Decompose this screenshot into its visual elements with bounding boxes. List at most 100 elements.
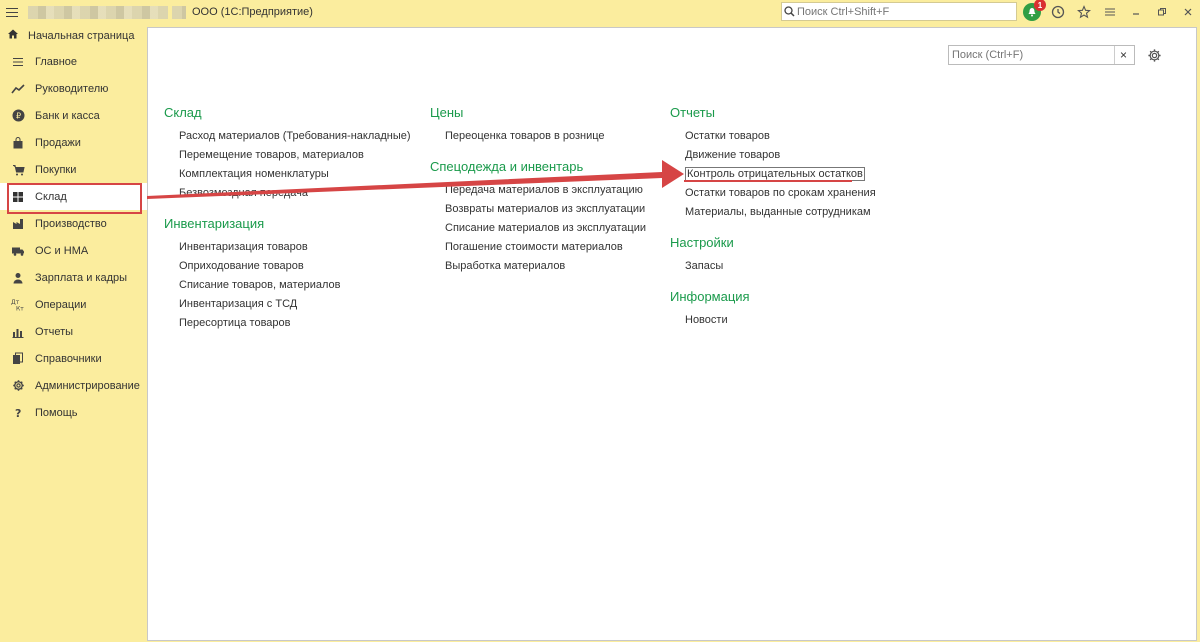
- menu-link[interactable]: Запасы: [670, 257, 876, 276]
- sidebar-item[interactable]: Справочники: [0, 345, 147, 372]
- sidebar-item-label: Помощь: [35, 406, 78, 419]
- menu-link-label: Материалы, выданные сотрудникам: [685, 206, 871, 218]
- menu-link[interactable]: Контроль отрицательных остатков: [670, 165, 876, 184]
- menu-link[interactable]: Выработка материалов: [430, 257, 646, 276]
- menu-link[interactable]: Пересортица товаров: [164, 314, 411, 333]
- person-icon: [10, 270, 26, 286]
- section-title: Информация: [670, 289, 750, 304]
- sidebar-item[interactable]: ОС и НМА: [0, 237, 147, 264]
- sidebar-item[interactable]: Производство: [0, 210, 147, 237]
- sidebar-item[interactable]: Продажи: [0, 129, 147, 156]
- menu-link-label: Остатки товаров по срокам хранения: [685, 187, 876, 199]
- menu-link[interactable]: Безвозмездная передача: [164, 184, 411, 203]
- menu-link[interactable]: Инвентаризация с ТСД: [164, 295, 411, 314]
- menu-link-label: Остатки товаров: [685, 130, 770, 142]
- sidebar-item[interactable]: Главное: [0, 48, 147, 75]
- history-icon[interactable]: [1045, 0, 1071, 24]
- sidebar-item[interactable]: Администрирование: [0, 372, 147, 399]
- sidebar-item[interactable]: Дт Кт Операции: [0, 291, 147, 318]
- menu-link[interactable]: Комплектация номенклатуры: [164, 165, 411, 184]
- section-title: Склад: [164, 105, 202, 120]
- global-search-input[interactable]: [797, 5, 997, 18]
- sidebar: Главное Руководителю ₽ Банк и касса Продажи П…: [0, 48, 147, 642]
- menu-link[interactable]: Передача материалов в эксплуатацию: [430, 181, 646, 200]
- menu-link[interactable]: Остатки товаров: [670, 127, 876, 146]
- menu-link[interactable]: Движение товаров: [670, 146, 876, 165]
- menu-link-label: Контроль отрицательных остатков: [685, 167, 865, 181]
- global-search-field[interactable]: [781, 2, 1017, 21]
- section-title: Цены: [430, 105, 464, 120]
- bag-icon: [10, 135, 26, 151]
- panel-search-input[interactable]: [949, 49, 1114, 61]
- sidebar-item-label: Администрирование: [35, 379, 140, 392]
- section-title: Отчеты: [670, 105, 715, 120]
- svg-text:?: ?: [15, 407, 21, 419]
- blurred-org-name-2: [172, 5, 186, 19]
- menu-link[interactable]: Погашение стоимости материалов: [430, 238, 646, 257]
- ruble-icon: ₽: [10, 108, 26, 124]
- sidebar-item[interactable]: Отчеты: [0, 318, 147, 345]
- menu-link-label: Движение товаров: [685, 149, 781, 161]
- column-1: Склад Расход материалов (Требования-накла…: [164, 105, 411, 333]
- main-panel: × Склад Расход материалов (Требования-нак…: [147, 27, 1197, 641]
- sidebar-item-label: Зарплата и кадры: [35, 271, 128, 284]
- menu-link-label: Комплектация номенклатуры: [179, 168, 329, 180]
- sidebar-item[interactable]: Руководителю: [0, 75, 147, 102]
- menu-link[interactable]: Расход материалов (Требования-накладные): [164, 127, 411, 146]
- sidebar-item[interactable]: ₽ Банк и касса: [0, 102, 147, 129]
- more-icon[interactable]: [1097, 0, 1123, 24]
- notifications-button[interactable]: 1: [1019, 0, 1046, 24]
- svg-text:₽: ₽: [15, 112, 20, 121]
- menu-link-label: Переоценка товаров в рознице: [445, 130, 605, 142]
- menu-link[interactable]: Перемещение товаров, материалов: [164, 146, 411, 165]
- menu-link-label: Инвентаризация с ТСД: [179, 298, 298, 310]
- minimize-icon[interactable]: [1123, 0, 1149, 24]
- home-tab[interactable]: Начальная страница: [0, 24, 146, 47]
- menu-link[interactable]: Новости: [670, 311, 876, 330]
- sidebar-item-label: Склад: [35, 190, 67, 203]
- sidebar-item[interactable]: Зарплата и кадры: [0, 264, 147, 291]
- sidebar-item-label: ОС и НМА: [35, 244, 89, 257]
- sidebar-item-label: Операции: [35, 298, 87, 311]
- sidebar-item-label: Банк и касса: [35, 109, 100, 122]
- sidebar-item-label: Главное: [35, 55, 78, 68]
- column-2: Цены Переоценка товаров в рознице Спецодеж…: [430, 105, 646, 276]
- menu-link-label: Списание товаров, материалов: [179, 279, 341, 291]
- title-bar: ООО (1С:Предприятие) 1: [0, 0, 1200, 24]
- app-title: ООО (1С:Предприятие): [192, 6, 313, 18]
- menu-link[interactable]: Оприходование товаров: [164, 257, 411, 276]
- restore-icon[interactable]: [1149, 0, 1175, 24]
- factory-icon: [10, 216, 26, 232]
- gear-icon: [10, 378, 26, 394]
- menu-link-label: Перемещение товаров, материалов: [179, 149, 364, 161]
- sidebar-item-label: Продажи: [35, 136, 81, 149]
- menu-link[interactable]: Списание материалов из эксплуатации: [430, 219, 646, 238]
- settings-gear-icon[interactable]: [1145, 46, 1163, 64]
- chart-icon: [10, 324, 26, 340]
- clear-search-button[interactable]: ×: [1114, 46, 1132, 64]
- menu-link[interactable]: Инвентаризация товаров: [164, 238, 411, 257]
- menu-link[interactable]: Списание товаров, материалов: [164, 276, 411, 295]
- close-icon[interactable]: [1175, 0, 1200, 24]
- panel-search-field[interactable]: ×: [948, 45, 1135, 65]
- menu-link[interactable]: Остатки товаров по срокам хранения: [670, 184, 876, 203]
- menu-link-label: Оприходование товаров: [179, 260, 304, 272]
- bell-icon: 1: [1023, 0, 1046, 21]
- sidebar-item-label: Отчеты: [35, 325, 74, 338]
- menu-icon[interactable]: [0, 0, 24, 24]
- sidebar-item[interactable]: Склад: [0, 183, 147, 214]
- sidebar-item[interactable]: ? Помощь: [0, 399, 147, 426]
- menu-link[interactable]: Возвраты материалов из эксплуатации: [430, 200, 646, 219]
- search-icon: [782, 4, 797, 19]
- sidebar-item-label: Покупки: [35, 163, 77, 176]
- menu-link-label: Возвраты материалов из эксплуатации: [445, 203, 646, 215]
- column-3: Отчеты Остатки товаров Движение товаров Кон…: [670, 105, 876, 330]
- menu-link[interactable]: Материалы, выданные сотрудникам: [670, 203, 876, 222]
- sidebar-item[interactable]: Покупки: [0, 156, 147, 183]
- menu-link-label: Пересортица товаров: [179, 317, 291, 329]
- star-icon[interactable]: [1071, 0, 1097, 24]
- menu-link[interactable]: Переоценка товаров в рознице: [430, 127, 646, 146]
- svg-text:Кт: Кт: [16, 306, 24, 312]
